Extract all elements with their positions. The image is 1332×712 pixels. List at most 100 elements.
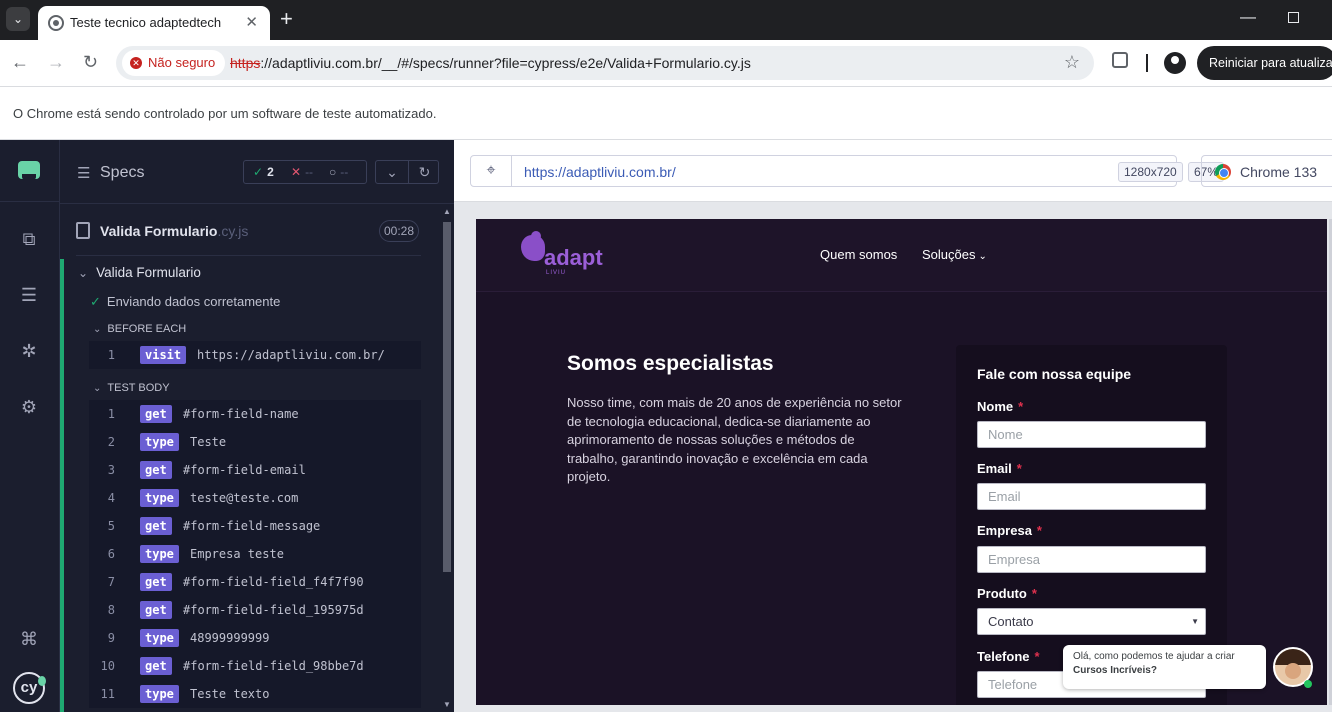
command-argument: 48999999999 — [190, 631, 270, 645]
command-row[interactable]: 8 get #form-field-field_195975d — [89, 596, 421, 624]
bookmark-star-icon[interactable]: ☆ — [1064, 52, 1080, 73]
command-row[interactable]: 4 type teste@teste.com — [89, 484, 421, 512]
browser-tab[interactable]: Teste tecnico adaptedtech ✕ — [38, 6, 270, 40]
command-argument: teste@teste.com — [190, 491, 299, 505]
command-number: 7 — [107, 575, 115, 589]
chat-line-1: Olá, como podemos te ajudar a criar — [1073, 651, 1235, 662]
aut-url-bar[interactable]: https://adaptliviu.com.br/ 1280x720 67% — [511, 155, 1225, 187]
command-argument: Teste texto — [190, 687, 270, 701]
browser-toolbar: ← → ↻ Não seguro https://adaptliviu.com.… — [0, 40, 1332, 86]
spec-file-row[interactable]: Valida Formulario.cy.js 00:28 — [76, 216, 421, 256]
reload-icon[interactable]: ↻ — [83, 52, 98, 72]
chat-greeting-bubble[interactable]: Olá, como podemos te ajudar a criar Curs… — [1063, 645, 1266, 689]
email-field[interactable]: Email — [977, 483, 1206, 510]
command-argument: #form-field-message — [183, 519, 321, 533]
website-iframe: adapt LIVIU Quem somos Soluções ⌄ Somos e… — [476, 219, 1327, 705]
product-select[interactable]: Contato — [977, 608, 1206, 635]
debug-bug-icon[interactable]: ✲ — [18, 340, 40, 362]
command-row[interactable]: 1 visit https://adaptliviu.com.br/ — [89, 341, 421, 369]
command-row[interactable]: 3 get #form-field-email — [89, 456, 421, 484]
profile-avatar-icon[interactable] — [1164, 52, 1186, 74]
infobar-message: O Chrome está sendo controlado por um so… — [13, 106, 437, 121]
browser-tab-strip: ⌄ Teste tecnico adaptedtech ✕ + — — [0, 0, 1332, 40]
expand-all-chevron-icon[interactable]: ⌄ — [376, 161, 408, 183]
tab-title: Teste tecnico adaptedtech — [70, 15, 222, 30]
url-scheme: https — [230, 55, 261, 71]
command-number: 1 — [107, 348, 115, 362]
command-name-badge: type — [140, 489, 179, 507]
command-name-badge: get — [140, 517, 172, 535]
restore-window-icon[interactable] — [1288, 12, 1299, 23]
command-number: 8 — [107, 603, 115, 617]
selector-playground-crosshair-icon[interactable]: ⌖ — [470, 155, 512, 187]
form-title: Fale com nossa equipe — [977, 366, 1132, 382]
specs-nav-icon[interactable]: ⧉ — [18, 228, 40, 250]
test-body-label[interactable]: TEST BODY — [93, 382, 169, 394]
command-name-badge: type — [140, 685, 179, 703]
keyboard-shortcuts-icon[interactable]: ⌘ — [18, 628, 40, 650]
chevron-down-icon: ⌄ — [978, 251, 987, 262]
command-name-badge: visit — [140, 346, 187, 364]
site-logo-text[interactable]: adapt — [544, 245, 603, 271]
runs-nav-icon[interactable]: ☰ — [18, 284, 40, 306]
reporter-scrollbar[interactable]: ▲ ▼ — [440, 204, 454, 712]
chameleon-logo-icon[interactable] — [521, 231, 545, 261]
scroll-up-arrow-icon[interactable]: ▲ — [443, 207, 451, 216]
chrome-logo-icon — [1215, 164, 1231, 180]
specs-list-icon[interactable]: ☰ — [77, 164, 90, 182]
url-text[interactable]: https://adaptliviu.com.br/__/#/specs/run… — [230, 55, 751, 71]
menu-quem-somos[interactable]: Quem somos — [820, 247, 897, 262]
before-each-label[interactable]: BEFORE EACH — [93, 323, 186, 335]
specs-title[interactable]: Specs — [100, 164, 144, 182]
cypress-logo-icon[interactable]: cy — [13, 672, 46, 704]
command-number: 3 — [107, 463, 115, 477]
cypress-sidebar-nav: ⧉ ☰ ✲ ⚙ ⌘ cy — [0, 140, 60, 712]
test-body-commands: 1 get #form-field-name 2 type Teste 3 get #form-… — [89, 400, 421, 708]
browser-selector[interactable]: Chrome 133 — [1201, 155, 1332, 187]
aut-header: ⌖ https://adaptliviu.com.br/ 1280x720 67… — [454, 140, 1332, 202]
command-row[interactable]: 7 get #form-field-field_f4f7f90 — [89, 568, 421, 596]
command-row[interactable]: 10 get #form-field-field_98bbe7d — [89, 652, 421, 680]
security-indicator[interactable]: Não seguro — [122, 50, 226, 76]
viewport-size-badge[interactable]: 1280x720 — [1118, 162, 1183, 182]
restart-to-update-button[interactable]: Reiniciar para atualizar — [1197, 46, 1332, 80]
rerun-icon[interactable]: ↻ — [408, 161, 440, 183]
close-tab-icon[interactable]: ✕ — [245, 13, 258, 31]
reporter-header: ☰ Specs ✓ 2 ✕ -- ○ -- ⌄ ↻ — [60, 140, 454, 204]
command-argument: Teste — [190, 435, 227, 449]
address-bar[interactable]: Não seguro https://adaptliviu.com.br/__/… — [116, 46, 1094, 80]
command-row[interactable]: 9 type 48999999999 — [89, 624, 421, 652]
command-row[interactable]: 5 get #form-field-message — [89, 512, 421, 540]
tab-search-button[interactable]: ⌄ — [6, 7, 30, 31]
minimize-icon[interactable]: — — [1240, 9, 1256, 27]
hero-title: Somos especialistas — [567, 352, 774, 375]
command-number: 1 — [107, 407, 115, 421]
test-title[interactable]: Enviando dados corretamente — [90, 294, 280, 310]
back-arrow-icon[interactable]: ← — [11, 52, 29, 72]
command-row[interactable]: 11 type Teste texto — [89, 680, 421, 708]
settings-gear-icon[interactable]: ⚙ — [18, 396, 40, 418]
forward-arrow-icon[interactable]: → — [47, 52, 65, 72]
scroll-down-arrow-icon[interactable]: ▼ — [443, 700, 451, 709]
suite-title[interactable]: Valida Formulario — [78, 265, 201, 280]
scrollbar-thumb[interactable] — [443, 222, 451, 572]
name-field[interactable]: Nome — [977, 421, 1206, 448]
new-tab-button[interactable]: + — [280, 8, 293, 30]
command-row[interactable]: 1 get #form-field-name — [89, 400, 421, 428]
company-field[interactable]: Empresa — [977, 546, 1206, 573]
site-header: adapt LIVIU Quem somos Soluções ⌄ — [476, 219, 1327, 292]
project-logo-icon[interactable] — [18, 161, 40, 180]
command-name-badge: get — [140, 573, 172, 591]
command-row[interactable]: 6 type Empresa teste — [89, 540, 421, 568]
product-label: Produto * — [977, 586, 1037, 601]
aut-url-text[interactable]: https://adaptliviu.com.br/ — [524, 164, 676, 180]
command-argument: #form-field-field_98bbe7d — [183, 659, 364, 673]
command-name-badge: get — [140, 405, 172, 423]
command-number: 10 — [100, 659, 115, 673]
cypress-favicon-icon — [48, 15, 64, 31]
command-row[interactable]: 2 type Teste — [89, 428, 421, 456]
app-under-test-panel: ⌖ https://adaptliviu.com.br/ 1280x720 67… — [454, 140, 1332, 712]
extensions-icon[interactable] — [1112, 52, 1128, 68]
menu-solucoes[interactable]: Soluções ⌄ — [922, 247, 987, 262]
url-path: ://adaptliviu.com.br/__/#/specs/runner?f… — [260, 55, 751, 71]
